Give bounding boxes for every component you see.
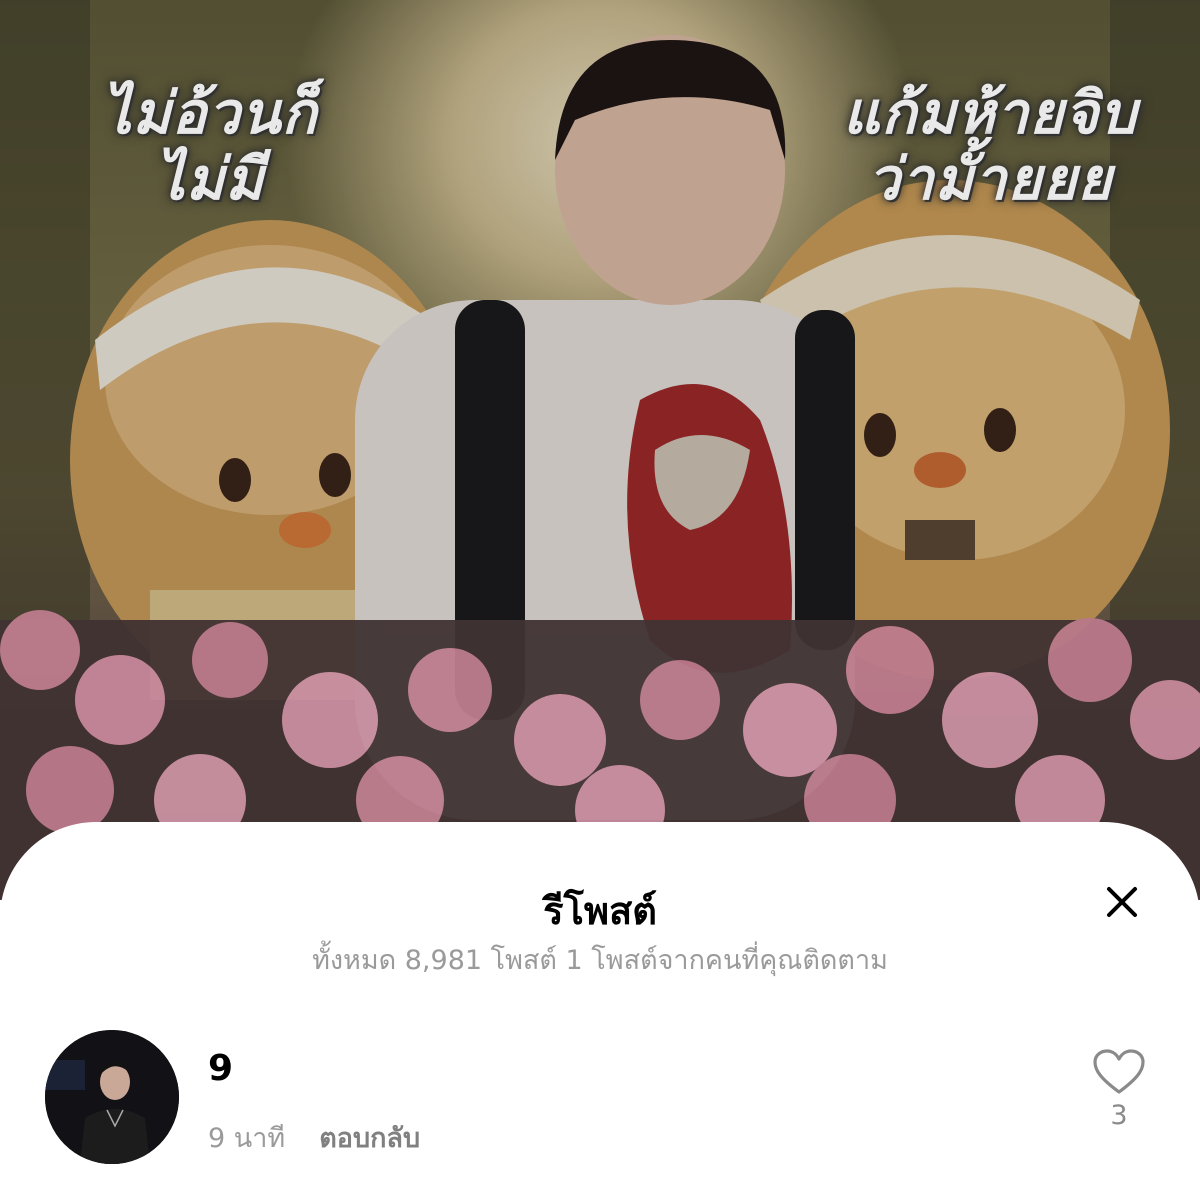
avatar[interactable]: [45, 1030, 179, 1164]
close-icon: [1107, 887, 1137, 917]
sheet-title: รีโพสต์: [543, 889, 657, 933]
like-control: 3: [1090, 1048, 1148, 1131]
reply-meta: 9 นาที ตอบกลับ: [208, 1116, 420, 1159]
repost-count-summary: ทั้งหมด 8,981 โพสต์ 1 โพสต์จากคนที่คุณติ…: [312, 945, 888, 976]
close-button[interactable]: [1098, 878, 1146, 926]
repost-sheet: รีโพสต์ ทั้งหมด 8,981 โพสต์ 1 โพสต์จากคน…: [0, 822, 1200, 1189]
reply-button[interactable]: ตอบกลับ: [319, 1116, 420, 1159]
timestamp: 9 นาที: [208, 1123, 286, 1154]
heart-outline-icon[interactable]: [1092, 1048, 1146, 1096]
overlay-caption-right: แก้มห้ายจิบ ว่ามั้ายยย: [842, 79, 1138, 213]
username[interactable]: 9: [208, 1048, 233, 1089]
overlay-caption-left: ไม่อ้วนก็ ไม่มี: [102, 79, 318, 213]
avatar-image: [45, 1030, 179, 1164]
like-count: 3: [1110, 1100, 1128, 1131]
post-image: ไม่อ้วนก็ ไม่มี แก้มห้ายจิบ ว่ามั้ายยย: [0, 0, 1200, 900]
repost-screen: ไม่อ้วนก็ ไม่มี แก้มห้ายจิบ ว่ามั้ายยย ร…: [0, 0, 1200, 1189]
repost-list-item: 9 9 นาที ตอบกลับ 3: [0, 1028, 1200, 1168]
